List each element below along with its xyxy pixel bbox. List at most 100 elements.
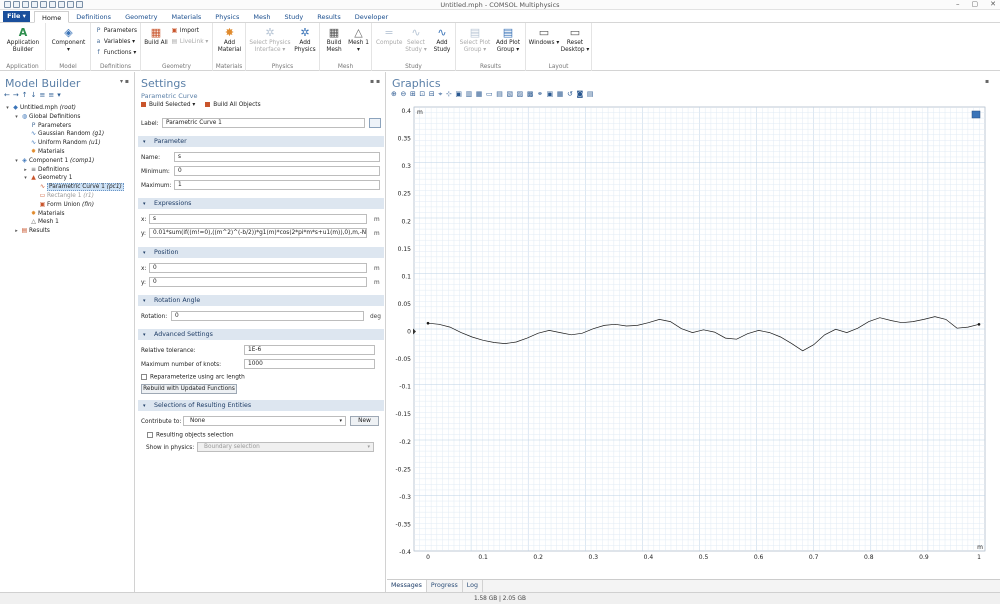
back-arrow-icon[interactable]: ← bbox=[4, 91, 13, 99]
select-boundaries-icon[interactable]: ▦ bbox=[476, 90, 486, 98]
transparency-icon[interactable]: ▨ bbox=[517, 90, 527, 98]
variables-button[interactable]: a Variables ▾ bbox=[95, 38, 135, 45]
tree-node[interactable]: ∿ Parametric Curve 1 (pc1) bbox=[0, 183, 135, 192]
ribbon-tab-results[interactable]: Results bbox=[310, 11, 347, 23]
max-knots-input[interactable]: 1000 bbox=[244, 359, 375, 369]
tree-node[interactable]: ✸ Materials bbox=[0, 148, 135, 157]
axes-icon[interactable]: ⌖ bbox=[438, 90, 446, 98]
build-mesh-button[interactable]: ▦ Build Mesh bbox=[322, 27, 346, 53]
tree-node[interactable]: ▾ ◍ Global Definitions bbox=[0, 113, 135, 122]
graphics-panel-pin-icon[interactable]: ▪ bbox=[985, 78, 989, 85]
graphics-toolbar[interactable]: ⊕⊖⊞⊡⊟⌖⊹▣▥▦▭▤▧▨▩⚭▣▦↺◙▤ bbox=[391, 90, 597, 99]
zoom-selected-icon[interactable]: ⊟ bbox=[429, 90, 438, 98]
down-arrow-icon[interactable]: ↓ bbox=[31, 91, 40, 99]
rebuild-button[interactable]: Rebuild with Updated Functions bbox=[141, 384, 237, 394]
tree-node[interactable]: △ Mesh 1 bbox=[0, 218, 135, 227]
parameter-maximum-input[interactable]: 1 bbox=[174, 180, 380, 190]
grid-icon[interactable]: ▦ bbox=[557, 90, 567, 98]
tree-node[interactable]: ▸ ≡ Definitions bbox=[0, 166, 135, 175]
bottom-tab-messages[interactable]: Messages bbox=[387, 580, 427, 592]
expander-icon[interactable]: ▾ bbox=[4, 104, 11, 113]
select-study-button[interactable]: ∿ Select Study ▾ bbox=[403, 27, 429, 53]
maximize-icon[interactable]: ▢ bbox=[972, 0, 979, 8]
reset-desktop-button[interactable]: ▭ Reset Desktop ▾ bbox=[559, 27, 591, 53]
bottom-tab-progress[interactable]: Progress bbox=[427, 580, 463, 592]
new-selection-button[interactable]: New bbox=[350, 416, 379, 426]
ribbon-tab-geometry[interactable]: Geometry bbox=[118, 11, 164, 23]
collapse-all-icon[interactable]: ≡ bbox=[48, 91, 57, 99]
parameters-button[interactable]: P Parameters bbox=[95, 27, 137, 34]
parameter-name-input[interactable]: s bbox=[174, 152, 380, 162]
livelink-button[interactable]: ▤ LiveLink ▾ bbox=[171, 38, 209, 45]
ribbon-tab-mesh[interactable]: Mesh bbox=[246, 11, 277, 23]
rotation-input[interactable]: 0 bbox=[171, 311, 364, 321]
tree-node[interactable]: ∿ Gaussian Random (g1) bbox=[0, 130, 135, 139]
arc-length-checkbox[interactable]: Reparameterize using arc length bbox=[141, 374, 245, 381]
file-menu-button[interactable]: File ▾ bbox=[3, 11, 30, 22]
panel-pin-icon[interactable]: ▾ ▪ bbox=[120, 78, 129, 85]
relative-tolerance-input[interactable]: 1E-6 bbox=[244, 345, 375, 355]
tree-node[interactable]: ▣ Form Union (fin) bbox=[0, 201, 135, 210]
tree-options-icon[interactable]: ▾ bbox=[57, 91, 64, 99]
section-expressions[interactable]: ▾ Expressions bbox=[138, 198, 384, 209]
scene-light-icon[interactable]: ▣ bbox=[547, 90, 557, 98]
add-study-button[interactable]: ∿ Add Study bbox=[429, 27, 455, 53]
tree-node[interactable]: ∿ Uniform Random (u1) bbox=[0, 139, 135, 148]
up-arrow-icon[interactable]: ↑ bbox=[22, 91, 31, 99]
forward-arrow-icon[interactable]: → bbox=[13, 91, 22, 99]
ribbon-tab-definitions[interactable]: Definitions bbox=[69, 11, 118, 23]
section-position[interactable]: ▾ Position bbox=[138, 247, 384, 258]
parameter-minimum-input[interactable]: 0 bbox=[174, 166, 380, 176]
compute-button[interactable]: = Compute bbox=[376, 27, 402, 47]
add-material-button[interactable]: ✸ Add Material bbox=[215, 27, 244, 53]
zoom-box-icon[interactable]: ⊞ bbox=[410, 90, 419, 98]
expander-icon[interactable]: ▾ bbox=[13, 113, 20, 122]
wireframe-icon[interactable]: ▧ bbox=[506, 90, 516, 98]
tree-node[interactable]: ▸ ▤ Results bbox=[0, 227, 135, 236]
expr-x-input[interactable]: s bbox=[149, 214, 367, 224]
close-icon[interactable]: ✕ bbox=[990, 0, 996, 8]
settings-panel-pin-icon[interactable]: ▪ ▪ bbox=[370, 78, 380, 85]
windows-button[interactable]: ▭ Windows ▾ bbox=[528, 27, 560, 47]
ribbon-tab-physics[interactable]: Physics bbox=[208, 11, 246, 23]
select-plot-group-button[interactable]: ▤ Select Plot Group ▾ bbox=[459, 27, 491, 53]
select-all-icon[interactable]: ▤ bbox=[496, 90, 506, 98]
print-icon[interactable]: ▤ bbox=[587, 90, 597, 98]
functions-button[interactable]: f Functions ▾ bbox=[95, 49, 136, 56]
section-parameter[interactable]: ▾ Parameter bbox=[138, 136, 384, 147]
view-icon[interactable]: ⊹ bbox=[446, 90, 455, 98]
label-input[interactable]: Parametric Curve 1 bbox=[162, 118, 365, 128]
select-physics-interface-button[interactable]: ✲ Select Physics Interface ▾ bbox=[248, 27, 292, 53]
link-icon[interactable]: ⚭ bbox=[537, 90, 546, 98]
expander-icon[interactable]: ▸ bbox=[13, 227, 20, 236]
expander-icon[interactable]: ▾ bbox=[13, 157, 20, 166]
add-physics-button[interactable]: ✲ Add Physics bbox=[292, 27, 318, 53]
tree-node[interactable]: ▾ ◈ Component 1 (comp1) bbox=[0, 157, 135, 166]
graphics-plot[interactable]: 0 0.1 0.2 0.3 0.4 0.5 0.6 0.7 0.8 0.9 1 0.4 0.35 0.3 0… bbox=[387, 100, 1000, 578]
model-builder-toolbar[interactable]: ←→↑↓≡≡▾ bbox=[4, 91, 64, 99]
render-icon[interactable]: ▩ bbox=[527, 90, 537, 98]
select-points-icon[interactable]: ▭ bbox=[486, 90, 496, 98]
build-selected-button[interactable]: Build Selected ▾ bbox=[141, 102, 195, 108]
bottom-tab-log[interactable]: Log bbox=[463, 580, 484, 592]
import-button[interactable]: ▣ Import bbox=[171, 27, 199, 34]
tree-node[interactable]: ✸ Materials bbox=[0, 210, 135, 219]
component-button[interactable]: ◈ Component ▾ bbox=[48, 27, 89, 53]
tree-node[interactable]: ▾ ◆ Untitled.mph (root) bbox=[0, 104, 135, 113]
section-selections[interactable]: ▾ Selections of Resulting Entities bbox=[138, 400, 384, 411]
expander-icon[interactable]: ▸ bbox=[22, 166, 29, 175]
mesh1-button[interactable]: △ Mesh 1 ▾ bbox=[347, 27, 370, 53]
pos-y-input[interactable]: 0 bbox=[149, 277, 367, 287]
zoom-out-icon[interactable]: ⊖ bbox=[400, 90, 409, 98]
label-reset-icon[interactable] bbox=[369, 118, 381, 128]
contribute-select[interactable]: None ▾ bbox=[183, 416, 346, 426]
select-mode-icon[interactable]: ▣ bbox=[455, 90, 465, 98]
tree-node[interactable]: ▭ Rectangle 1 (r1) bbox=[0, 192, 135, 201]
ribbon-tab-materials[interactable]: Materials bbox=[165, 11, 209, 23]
select-domains-icon[interactable]: ▥ bbox=[466, 90, 476, 98]
section-rotation[interactable]: ▾ Rotation Angle bbox=[138, 295, 384, 306]
build-all-button[interactable]: ▦ Build All bbox=[143, 27, 169, 47]
section-advanced-settings[interactable]: ▾ Advanced Settings bbox=[138, 329, 384, 340]
expander-icon[interactable]: ▾ bbox=[22, 174, 29, 183]
expr-y-input[interactable]: 0.01*sum(if((m!=0),((m^2)^(-b/2))*g1(m)*… bbox=[149, 228, 367, 238]
